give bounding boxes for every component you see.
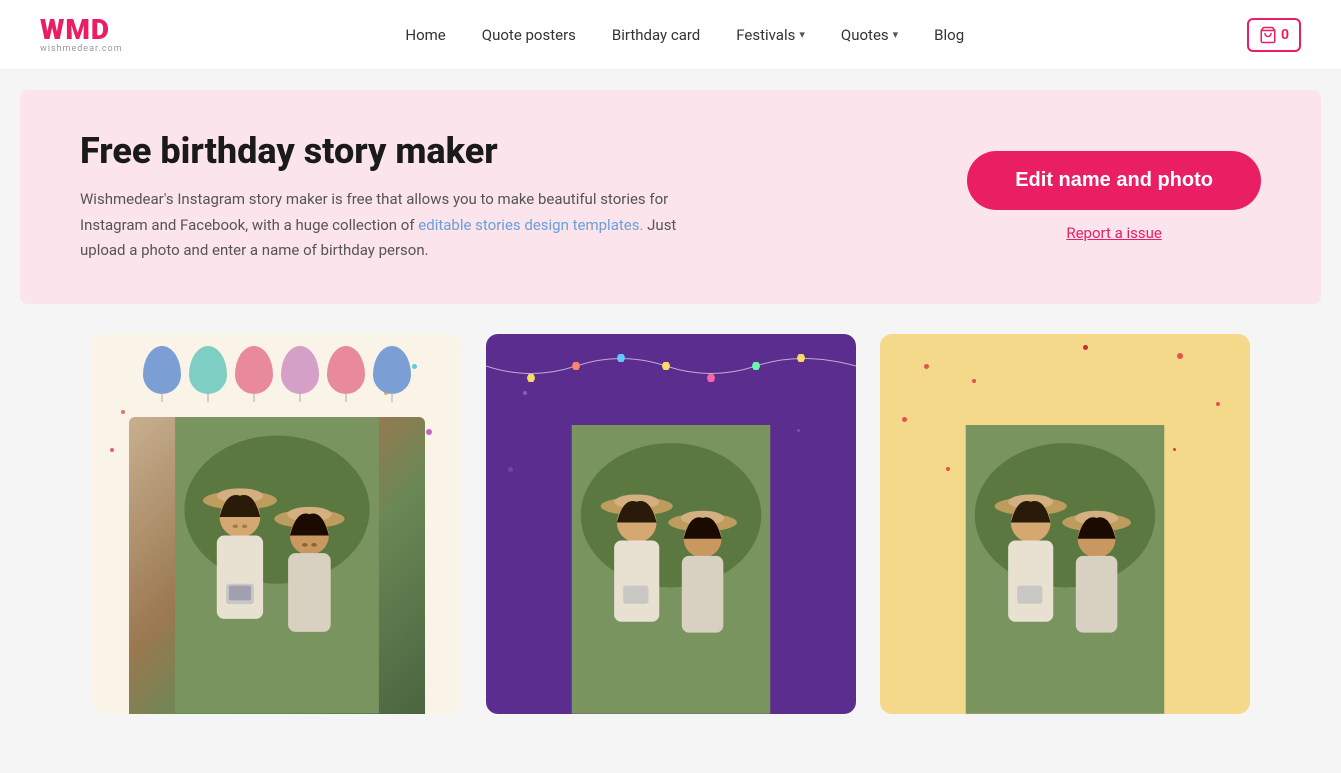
story-card-3[interactable]: [880, 334, 1250, 714]
edit-name-photo-button[interactable]: Edit name and photo: [967, 151, 1261, 210]
story-card-2[interactable]: [486, 334, 856, 714]
cart-count: 0: [1281, 27, 1289, 43]
logo-sub: wishmedear.com: [40, 44, 123, 54]
story-cards-section: [0, 304, 1341, 744]
hero-actions: Edit name and photo Report a issue: [967, 151, 1261, 242]
main-nav: Home Quote posters Birthday card Festiva…: [405, 26, 964, 44]
balloon-6: [373, 346, 411, 394]
garland-decoration: [486, 346, 856, 400]
balloon-5: [327, 346, 365, 394]
photo-frame-1: [129, 417, 425, 713]
balloon-1: [143, 346, 181, 394]
photo-placeholder-3: [924, 425, 1205, 714]
hero-title: Free birthday story maker: [80, 130, 680, 173]
cart-button[interactable]: 0: [1247, 18, 1301, 52]
festivals-chevron-icon: ▾: [799, 28, 805, 41]
hero-text-block: Free birthday story maker Wishmedear's I…: [80, 130, 680, 264]
cart-icon: [1259, 26, 1277, 44]
photo-placeholder-1: [129, 417, 425, 713]
people-illustration-2: [530, 425, 811, 714]
nav-birthday-card[interactable]: Birthday card: [612, 26, 700, 44]
quotes-chevron-icon: ▾: [893, 28, 899, 41]
photo-frame-3: [924, 425, 1205, 714]
logo[interactable]: WMD wishmedear.com: [40, 16, 123, 54]
nav-quotes[interactable]: Quotes ▾: [841, 26, 898, 44]
nav-festivals[interactable]: Festivals ▾: [736, 26, 805, 44]
report-issue-link[interactable]: Report a issue: [1066, 224, 1162, 242]
logo-text: WMD: [40, 16, 110, 44]
nav-home[interactable]: Home: [405, 26, 445, 44]
hero-description: Wishmedear's Instagram story maker is fr…: [80, 187, 680, 264]
story-card-1[interactable]: [92, 334, 462, 714]
nav-quote-posters[interactable]: Quote posters: [482, 26, 576, 44]
hero-banner: Free birthday story maker Wishmedear's I…: [20, 90, 1321, 304]
nav-blog[interactable]: Blog: [934, 26, 964, 44]
people-illustration-1: [129, 417, 425, 713]
people-illustration-3: [924, 425, 1205, 714]
balloons-decoration: [92, 346, 462, 394]
photo-placeholder-2: [530, 425, 811, 714]
header: WMD wishmedear.com Home Quote posters Bi…: [0, 0, 1341, 70]
balloon-2: [189, 346, 227, 394]
balloon-4: [281, 346, 319, 394]
photo-frame-2: [530, 425, 811, 714]
balloon-3: [235, 346, 273, 394]
